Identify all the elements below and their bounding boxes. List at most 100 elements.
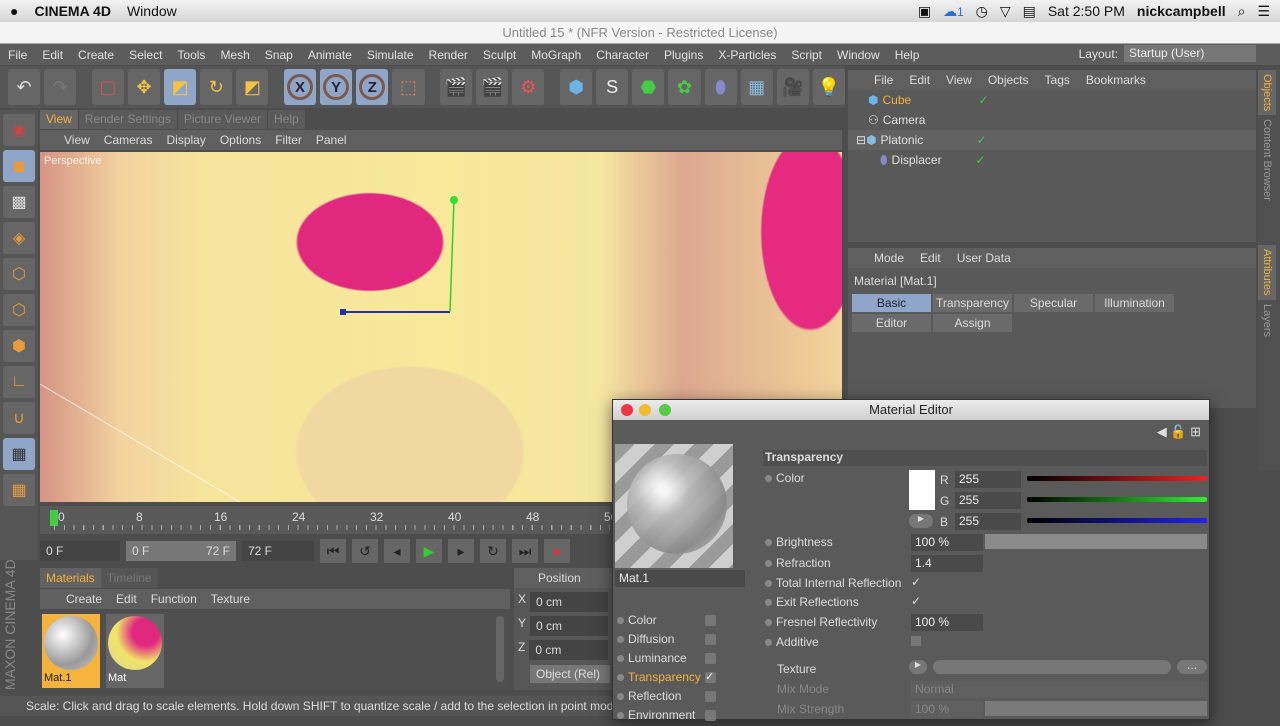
object-displacer[interactable]: ⬮ Displacer ✓ [848, 150, 1256, 170]
texture-browse-button[interactable]: ... [1177, 659, 1207, 674]
rotate-button[interactable]: ↻ [200, 69, 233, 105]
edges-mode-icon[interactable]: ⬡ [3, 294, 35, 326]
timeline-ruler[interactable]: 0 8 16 24 32 40 48 56 [40, 506, 617, 534]
viewport-menu-cameras[interactable]: Cameras [104, 133, 153, 147]
menu-edit[interactable]: Edit [42, 48, 63, 62]
undo-button[interactable]: ↶ [8, 69, 41, 105]
apple-icon[interactable]: ● [10, 3, 18, 19]
clock[interactable]: Sat 2:50 PM [1048, 3, 1125, 19]
planar-workplane-icon[interactable]: ▦ [3, 474, 35, 506]
g-slider[interactable] [1027, 497, 1207, 502]
viewport-menu-display[interactable]: Display [166, 133, 205, 147]
attribute-tab-editor[interactable]: Editor [852, 314, 931, 332]
material-mat1[interactable]: Mat.1 [42, 614, 100, 688]
channel-transparency[interactable]: Transparency ✓ [613, 670, 723, 688]
attribute-tab-specular[interactable]: Specular [1014, 294, 1093, 312]
goto-end-button[interactable]: ⏭ [512, 539, 538, 563]
material-name-field[interactable]: Mat.1 [615, 570, 745, 587]
menu-create[interactable]: Create [78, 48, 114, 62]
light-button[interactable]: 💡 [812, 69, 845, 105]
position-y-field[interactable]: 0 cm [530, 616, 608, 636]
tab-help[interactable]: Help [268, 110, 306, 129]
texture-mode-icon[interactable]: ▩ [3, 186, 35, 218]
r-field[interactable]: 255 [955, 471, 1021, 488]
object-menu-edit[interactable]: Edit [909, 73, 930, 87]
color-swatch[interactable] [909, 470, 935, 510]
tab-timeline[interactable]: Timeline [100, 568, 158, 588]
material-menu-edit[interactable]: Edit [116, 592, 137, 606]
play-button[interactable]: ▶ [416, 539, 442, 563]
channel-checkbox[interactable] [705, 691, 716, 702]
tab-picture-viewer[interactable]: Picture Viewer [177, 110, 269, 129]
channel-diffusion[interactable]: Diffusion [613, 632, 723, 650]
window-menu[interactable]: Window [127, 3, 177, 19]
object-menu-bookmarks[interactable]: Bookmarks [1086, 73, 1146, 87]
object-platonic[interactable]: ⊟ ⬢ Platonic ✓ [848, 130, 1256, 150]
menu-script[interactable]: Script [791, 48, 822, 62]
total-internal-reflection-checkbox[interactable]: ✓ [911, 575, 921, 589]
flag-icon[interactable]: ▤ [1023, 3, 1036, 20]
object-menu-view[interactable]: View [946, 73, 972, 87]
spotlight-icon[interactable]: ⌕ [1238, 3, 1246, 20]
channel-checkbox[interactable] [705, 615, 716, 626]
playhead[interactable] [50, 510, 58, 526]
goto-start-button[interactable]: ⏮ [320, 539, 346, 563]
nurbs-button[interactable]: ⬣ [632, 69, 665, 105]
redo-button[interactable]: ↷ [44, 69, 77, 105]
side-tab-attributes[interactable]: Attributes [1258, 245, 1276, 300]
channel-color[interactable]: Color [613, 613, 723, 631]
snap-icon[interactable]: ∪ [3, 402, 35, 434]
close-icon[interactable] [621, 404, 633, 416]
mix-strength-field[interactable]: 100 % [911, 701, 983, 718]
channel-checkbox[interactable] [705, 634, 716, 645]
viewport-menu-panel[interactable]: Panel [316, 133, 347, 147]
refraction-field[interactable]: 1.4 [911, 555, 983, 572]
record-button[interactable]: ● [544, 539, 570, 563]
r-slider[interactable] [1027, 476, 1207, 481]
object-camera[interactable]: ⚇ Camera [848, 110, 1256, 130]
live-selection-button[interactable]: ▢ [91, 69, 124, 105]
object-menu-tags[interactable]: Tags [1045, 73, 1070, 87]
menu-sculpt[interactable]: Sculpt [483, 48, 516, 62]
material-editor-titlebar[interactable]: Material Editor [613, 400, 1209, 420]
channel-reflection[interactable]: Reflection [613, 689, 723, 707]
tab-view[interactable]: View [40, 110, 79, 129]
viewport-menu-options[interactable]: Options [220, 133, 261, 147]
attribute-menu-edit[interactable]: Edit [920, 251, 941, 265]
mix-mode-select[interactable]: Normal [911, 681, 1207, 698]
x-axis-button[interactable]: X [284, 69, 317, 105]
lock-workplane-icon[interactable]: ▦ [3, 438, 35, 470]
b-slider[interactable] [1027, 518, 1207, 523]
material-scrollbar[interactable] [496, 616, 504, 682]
object-cube[interactable]: ⬢ Cube ✓ [848, 90, 1256, 110]
viewport-menu-view[interactable]: View [64, 133, 90, 147]
time-machine-icon[interactable]: ◷ [976, 3, 988, 20]
z-axis-button[interactable]: Z [356, 69, 389, 105]
polygons-mode-icon[interactable]: ⬢ [3, 330, 35, 362]
recent-tool-button[interactable]: ◩ [236, 69, 269, 105]
attribute-menu-mode[interactable]: Mode [874, 251, 904, 265]
attribute-tab-illumination[interactable]: Illumination [1095, 294, 1174, 312]
frame-range-slider[interactable]: 0 F 72 F [126, 541, 236, 561]
render-settings-button[interactable]: ⚙ [512, 69, 545, 105]
mix-strength-slider[interactable] [985, 701, 1207, 716]
move-button[interactable]: ✥ [127, 69, 161, 105]
viewport-menu-filter[interactable]: Filter [275, 133, 302, 147]
menu-window[interactable]: Window [837, 48, 880, 62]
next-frame-button[interactable]: ▸ [448, 539, 474, 563]
color-expand-button[interactable]: ▶ [909, 514, 933, 528]
list-icon[interactable]: ☰ [1257, 3, 1270, 20]
exit-reflections-checkbox[interactable]: ✓ [911, 594, 921, 608]
menu-character[interactable]: Character [596, 48, 649, 62]
menu-select[interactable]: Select [129, 48, 162, 62]
end-frame-field[interactable]: 72 F [242, 541, 314, 561]
floor-button[interactable]: ▦ [740, 69, 773, 105]
attribute-menu-user-data[interactable]: User Data [957, 251, 1011, 265]
material-mat[interactable]: Mat [106, 614, 164, 688]
render-view-button[interactable]: 🎬 [440, 69, 473, 105]
model-mode-icon[interactable]: ◼ [3, 150, 35, 182]
channel-checkbox[interactable] [705, 710, 716, 721]
brightness-slider[interactable] [985, 534, 1207, 549]
render-picture-viewer-button[interactable]: 🎬 [476, 69, 509, 105]
brightness-field[interactable]: 100 % [911, 534, 983, 551]
